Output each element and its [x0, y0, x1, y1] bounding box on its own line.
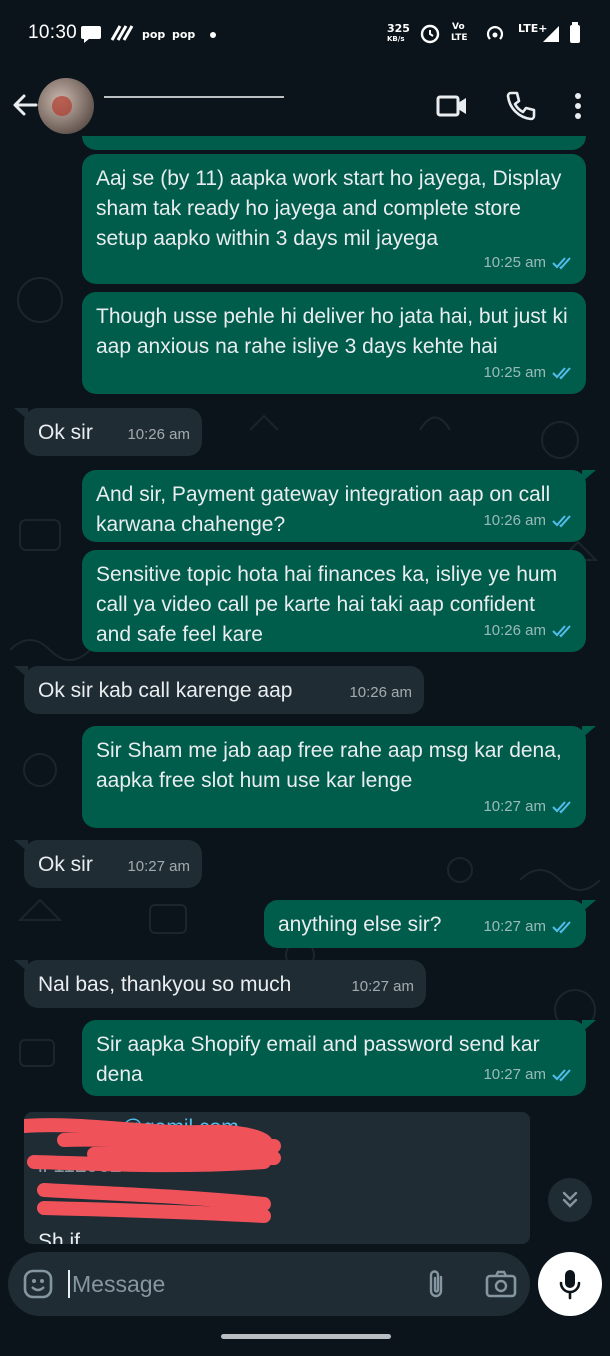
- back-arrow-icon[interactable]: [8, 88, 42, 122]
- double-check-icon: [552, 921, 571, 934]
- hotspot-icon: [486, 26, 504, 40]
- message-time: 10:25 am: [483, 254, 546, 271]
- message-time: 10:26 am: [483, 622, 546, 639]
- message-time: 10:27 am: [351, 978, 414, 995]
- bubble-tail: [582, 1020, 596, 1032]
- double-check-icon: [552, 257, 571, 270]
- battery-icon: [570, 22, 580, 43]
- message-composer: [0, 1246, 610, 1356]
- message-meta: 10:26 am: [127, 420, 190, 450]
- message-outgoing[interactable]: Sir aapka Shopify email and password sen…: [82, 1020, 596, 1096]
- bubble-tail: [14, 408, 28, 420]
- more-options-icon[interactable]: [560, 88, 596, 124]
- message-input[interactable]: [72, 1266, 402, 1302]
- camera-icon[interactable]: [484, 1268, 518, 1300]
- bubble-tail: [14, 666, 28, 678]
- status-time: 10:30: [28, 22, 78, 43]
- message-text: Sir Sham me jab aap free rahe aap msg ka…: [96, 739, 562, 792]
- message-time: 10:27 am: [483, 798, 546, 815]
- message-meta: 10:27 am: [483, 912, 574, 942]
- message-incoming[interactable]: Nal bas, thankyou so much 10:27 am: [14, 960, 426, 1008]
- status-bar: 10:30 pop pop 325 KB/s Vo LTE LTE+: [0, 0, 610, 68]
- contact-avatar[interactable]: [38, 78, 94, 134]
- mic-icon: [559, 1270, 581, 1300]
- message-time: 10:26 am: [483, 512, 546, 529]
- text-caret: [68, 1270, 70, 1298]
- double-check-icon: [552, 801, 571, 814]
- message-outgoing[interactable]: Though usse pehle hi deliver ho jata hai…: [82, 292, 586, 394]
- contact-name[interactable]: [104, 92, 294, 102]
- signal-icon: [543, 26, 559, 42]
- message-outgoing[interactable]: anything else sir? 10:27 am: [264, 900, 596, 948]
- message-time: 10:27 am: [127, 858, 190, 875]
- redaction-scribble: [24, 1118, 281, 1223]
- message-time: 10:27 am: [483, 918, 546, 935]
- message-meta: 10:26 am: [483, 506, 574, 536]
- video-call-icon[interactable]: [434, 88, 470, 124]
- chat-header: [0, 68, 610, 144]
- bubble-tail: [14, 960, 28, 972]
- double-check-icon: [552, 1069, 571, 1082]
- more-notifications-dot-icon: [210, 32, 216, 38]
- bubble-tail: [582, 726, 596, 738]
- message-meta: 10:26 am: [349, 678, 412, 708]
- phone-icon[interactable]: [502, 88, 538, 124]
- chevron-double-down-icon: [562, 1191, 578, 1208]
- message-meta: 10:26 am: [483, 616, 574, 646]
- message-incoming[interactable]: Ok sir 10:27 am: [14, 840, 202, 888]
- message-meta: 10:27 am: [351, 972, 414, 1002]
- message-meta: 10:27 am: [127, 852, 190, 882]
- previous-message-bubble: [82, 136, 586, 150]
- message-incoming[interactable]: Ok sir kab call karenge aap 10:26 am: [14, 666, 424, 714]
- notif-label-2: pop: [172, 28, 196, 41]
- message-outgoing[interactable]: Aaj se (by 11) aapka work start ho jayeg…: [82, 154, 586, 284]
- message-input-container: [8, 1252, 530, 1316]
- double-check-icon: [552, 625, 571, 638]
- voice-message-button[interactable]: [538, 1252, 602, 1316]
- volte-bottom: LTE: [451, 33, 468, 43]
- redacted-message[interactable]: n@gamil.com ll 112902 Sh if: [24, 1112, 530, 1244]
- message-time: 10:26 am: [127, 426, 190, 443]
- app-notification-icon: [110, 25, 134, 41]
- message-time: 10:26 am: [349, 684, 412, 701]
- home-indicator[interactable]: [221, 1334, 391, 1339]
- message-outgoing[interactable]: Sir Sham me jab aap free rahe aap msg ka…: [82, 726, 596, 828]
- alarm-icon: [420, 24, 440, 44]
- paperclip-icon[interactable]: [422, 1268, 452, 1300]
- message-incoming[interactable]: Ok sir 10:26 am: [14, 408, 202, 456]
- chat-notification-icon: [81, 26, 101, 43]
- double-check-icon: [552, 367, 571, 380]
- message-text: Aaj se (by 11) aapka work start ho jayeg…: [96, 167, 562, 250]
- message-meta: 10:25 am: [483, 358, 574, 388]
- message-outgoing[interactable]: And sir, Payment gateway integration aap…: [82, 470, 596, 542]
- message-text: Though usse pehle hi deliver ho jata hai…: [96, 305, 568, 358]
- message-time: 10:27 am: [483, 1066, 546, 1083]
- bubble-tail: [14, 840, 28, 852]
- message-meta: 10:27 am: [483, 792, 574, 822]
- double-check-icon: [552, 515, 571, 528]
- network-speed-unit: KB/s: [387, 35, 405, 43]
- bubble-tail: [582, 900, 596, 912]
- bubble-tail: [582, 470, 596, 482]
- scroll-to-bottom-button[interactable]: [548, 1178, 592, 1222]
- notif-label-1: pop: [142, 28, 166, 41]
- emoji-icon[interactable]: [22, 1268, 54, 1300]
- message-time: 10:25 am: [483, 364, 546, 381]
- message-meta: 10:25 am: [483, 248, 574, 278]
- volte-top: Vo: [452, 22, 465, 32]
- message-outgoing[interactable]: Sensitive topic hota hai finances ka, is…: [82, 550, 586, 652]
- message-meta: 10:27 am: [483, 1060, 574, 1090]
- network-speed-value: 325: [387, 22, 410, 35]
